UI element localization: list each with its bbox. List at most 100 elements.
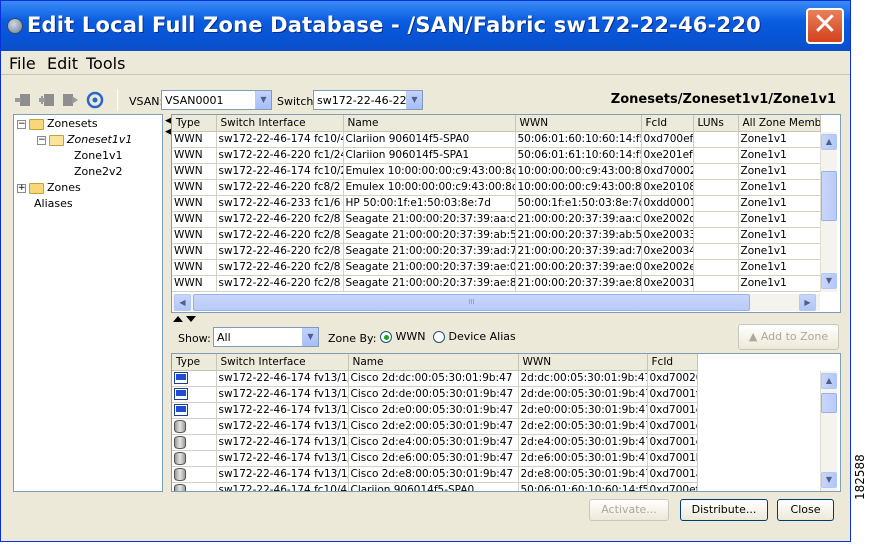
menu-tools[interactable]: Tools [86,54,125,73]
zone-by-wwn-option[interactable]: WWN [380,330,425,343]
table-row[interactable]: WWN sw172-22-46-220 fc2/8 Seagate 21:00:00… [172,259,821,276]
distribute-button[interactable]: Distribute... [680,499,768,521]
figure-id: 182588 [853,454,867,500]
table-row[interactable]: WWN sw172-22-46-220 fc1/24 Clariion 906014… [172,147,821,164]
close-window-button[interactable]: ✕ [806,8,844,44]
table-row[interactable]: sw172-22-46-174 fv13/1/3 Cisco 2d:e6:00:0… [172,450,698,467]
column-header[interactable]: Switch Interface [216,354,349,371]
column-header[interactable]: All Zone Membe [738,115,821,132]
tree-node-zone1v1[interactable]: Zone1v1 [74,149,123,162]
menu-file[interactable]: File [9,54,36,73]
table-cell: Cisco 2d:e6:00:05:30:01:9b:47 [348,450,519,467]
column-header[interactable]: WWN [515,115,642,132]
expand-icon[interactable]: + [17,183,26,193]
table-cell: Clariion 906014f5-SPA0 [348,482,519,491]
remove-member-icon[interactable] [15,93,31,107]
type-cell [172,466,217,483]
scroll-thumb[interactable]: III [193,294,750,311]
host-device-icon [174,372,188,384]
tree-node-aliases[interactable]: Aliases [34,197,73,210]
table-cell: HP 50:00:1f:e1:50:03:8e:7d [343,195,516,212]
table-cell: 21:00:00:20:37:39:aa:c0 [515,211,642,228]
table-cell: 0xe20033 [641,227,694,244]
title-bar[interactable]: Edit Local Full Zone Database - /SAN/Fab… [1,1,850,51]
type-cell [172,434,217,451]
collapse-icon[interactable]: − [37,135,46,145]
move-member-icon[interactable] [62,93,78,107]
table-row[interactable]: WWN sw172-22-46-220 fc2/8 Seagate 21:00:00… [172,275,821,292]
tree-node-label: Zoneset1v1 [67,133,133,146]
table-cell: sw172-22-46-174 fv13/1/6 [216,386,349,403]
members-vertical-scrollbar[interactable]: ▲ ▼ [820,132,837,292]
tree-node-zonesets[interactable]: − Zonesets [17,117,98,130]
table-row[interactable]: WWN sw172-22-46-233 fc1/6 HP 50:00:1f:e1:5… [172,195,821,212]
table-row[interactable]: WWN sw172-22-46-220 fc2/8 Seagate 21:00:00… [172,211,821,228]
scroll-up-icon[interactable]: ▲ [821,134,837,150]
type-cell [172,386,217,403]
refresh-icon[interactable] [86,91,104,109]
table-row[interactable]: sw172-22-46-174 fv13/1/7 Cisco 2d:dc:00:0… [172,370,698,387]
table-row[interactable]: WWN sw172-22-46-174 fc10/48 Clariion 90601… [172,131,821,148]
switch-select[interactable]: sw172-22-46-220 ▼ [313,90,423,110]
window-title: Edit Local Full Zone Database - /SAN/Fab… [27,13,761,37]
vsan-select[interactable]: VSAN0001 ▼ [161,90,272,110]
type-cell [172,450,217,467]
table-cell: 0xd700ef [647,482,698,491]
table-cell [693,259,739,276]
table-row[interactable]: sw172-22-46-174 fv13/1/4 Cisco 2d:e4:00:0… [172,434,698,451]
activate-button[interactable]: Activate... [589,499,669,521]
column-header[interactable]: FcId [647,354,698,371]
column-header[interactable]: Name [343,115,516,132]
tree-node-zones[interactable]: + Zones [17,181,81,194]
table-cell: Seagate 21:00:00:20:37:39:ad:77 [343,243,516,260]
scroll-down-icon[interactable]: ▼ [821,472,837,488]
table-row[interactable]: WWN sw172-22-46-220 fc2/8 Seagate 21:00:00… [172,227,821,244]
radio-selected-icon[interactable] [380,331,392,343]
scroll-thumb[interactable] [821,171,837,221]
radio-icon[interactable] [433,331,445,343]
table-row[interactable]: WWN sw172-22-46-220 fc8/2 Emulex 10:00:00:… [172,179,821,196]
type-cell [172,370,217,387]
scroll-right-icon[interactable]: ▶ [799,294,816,311]
table-row[interactable]: sw172-22-46-174 fv13/1/6 Cisco 2d:de:00:0… [172,386,698,403]
splitter-icon[interactable] [173,315,199,323]
disk-device-icon [174,483,186,491]
vsan-label: VSAN: [129,95,164,108]
show-filter-select[interactable]: All ▼ [213,327,319,347]
add-to-zone-label: Add to Zone [760,330,829,343]
menu-edit[interactable]: Edit [47,54,78,73]
column-header[interactable]: WWN [518,354,648,371]
scroll-down-icon[interactable]: ▼ [821,273,837,289]
column-header[interactable]: FcId [641,115,694,132]
tree-node-zoneset1v1[interactable]: − Zoneset1v1 [37,133,132,146]
scroll-up-icon[interactable]: ▲ [821,373,837,389]
table-cell: 2d:e6:00:05:30:01:9b:47 [518,450,648,467]
app-icon [7,18,23,34]
column-header[interactable]: Switch Interface [216,115,344,132]
close-button[interactable]: Close [777,499,834,521]
collapse-icon[interactable]: − [17,119,26,129]
scroll-left-icon[interactable]: ◀ [174,294,191,311]
table-row[interactable]: sw172-22-46-174 fc10/48 Clariion 906014f5… [172,482,698,491]
scroll-thumb[interactable] [821,393,837,413]
table-row[interactable]: sw172-22-46-174 fv13/1/5 Cisco 2d:e2:00:0… [172,418,698,435]
table-row[interactable]: WWN sw172-22-46-174 fc10/2 Emulex 10:00:00… [172,163,821,180]
table-row[interactable]: sw172-22-46-174 fv13/1/2 Cisco 2d:e8:00:0… [172,466,698,483]
disk-device-icon [174,451,186,465]
table-cell: 50:00:1f:e1:50:03:8e:7d [515,195,642,212]
table-row[interactable]: WWN sw172-22-46-220 fc2/8 Seagate 21:00:00… [172,243,821,260]
members-horizontal-scrollbar[interactable]: ◀ III ▶ [172,294,820,311]
devices-vertical-scrollbar[interactable]: ▲ ▼ [820,371,837,491]
table-cell: Clariion 906014f5-SPA0 [343,131,516,148]
add-to-zone-button[interactable]: ▲ Add to Zone [738,324,839,350]
zone-by-alias-option[interactable]: Device Alias [433,330,516,343]
table-cell: 50:06:01:60:10:60:14:f5 [515,131,642,148]
column-header[interactable]: LUNs [693,115,739,132]
column-header[interactable]: Type [172,115,217,132]
table-row[interactable]: sw172-22-46-174 fv13/1/9 Cisco 2d:e0:00:0… [172,402,698,419]
column-header[interactable]: Name [348,354,519,371]
splitter-arrows[interactable] [173,313,199,326]
add-member-icon[interactable] [39,93,55,107]
column-header[interactable]: Type [172,354,217,371]
tree-node-zone2v2[interactable]: Zone2v2 [74,165,123,178]
